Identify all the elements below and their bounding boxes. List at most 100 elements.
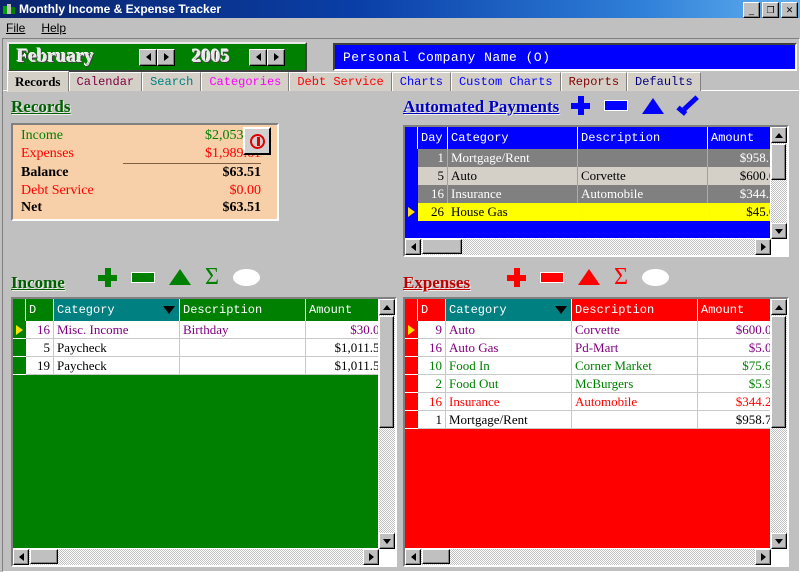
cell-description[interactable] bbox=[578, 203, 708, 221]
cell-amount[interactable]: $75.66 bbox=[698, 357, 771, 375]
expenses-grid[interactable]: D Category Description Amount 9 Auto Corvette $… bbox=[403, 297, 789, 567]
tab-records[interactable]: Records bbox=[7, 71, 69, 92]
column-header-amount[interactable]: Amount bbox=[698, 299, 771, 321]
column-header-category[interactable]: Category bbox=[54, 299, 180, 321]
horizontal-scrollbar[interactable] bbox=[405, 548, 771, 565]
scroll-left-button[interactable] bbox=[13, 549, 29, 565]
triangle-up-icon[interactable] bbox=[169, 269, 191, 285]
column-header-marker[interactable] bbox=[405, 299, 418, 321]
plus-minus-icon[interactable]: +/- bbox=[232, 268, 260, 286]
cell-day[interactable]: 19 bbox=[26, 357, 54, 375]
cell-amount[interactable]: $5.00 bbox=[698, 339, 771, 357]
scroll-down-button[interactable] bbox=[379, 533, 395, 549]
cell-category[interactable]: Mortgage/Rent bbox=[448, 149, 578, 167]
column-header-amount[interactable]: Amount bbox=[306, 299, 379, 321]
row-marker[interactable] bbox=[13, 357, 26, 375]
scroll-thumb[interactable] bbox=[422, 549, 450, 564]
vertical-scrollbar[interactable] bbox=[770, 127, 787, 239]
check-icon[interactable] bbox=[676, 94, 700, 116]
cell-day[interactable]: 16 bbox=[26, 321, 54, 339]
minimize-button[interactable]: _ bbox=[743, 2, 760, 18]
cell-category[interactable]: Auto Gas bbox=[446, 339, 572, 357]
row-marker[interactable] bbox=[405, 357, 418, 375]
tab-debt-service[interactable]: Debt Service bbox=[289, 72, 392, 91]
triangle-up-icon[interactable] bbox=[578, 269, 600, 285]
column-header-marker[interactable] bbox=[405, 127, 418, 149]
vertical-scrollbar[interactable] bbox=[378, 299, 395, 549]
close-button[interactable]: ✕ bbox=[781, 2, 798, 18]
year-prev-button[interactable] bbox=[249, 48, 267, 66]
vertical-scrollbar[interactable] bbox=[770, 299, 787, 549]
table-row[interactable]: 5AutoCorvette$600.00 bbox=[405, 167, 771, 185]
horizontal-scrollbar[interactable] bbox=[13, 548, 379, 565]
cell-description[interactable]: Corvette bbox=[578, 167, 708, 185]
maximize-button[interactable]: ❐ bbox=[762, 2, 779, 18]
plus-icon[interactable] bbox=[571, 96, 590, 115]
table-row[interactable]: 5Paycheck $1,011.56 bbox=[13, 339, 379, 357]
scroll-up-button[interactable] bbox=[771, 299, 787, 315]
cell-day[interactable]: 16 bbox=[418, 185, 448, 203]
column-header-d[interactable]: D bbox=[26, 299, 54, 321]
cell-description[interactable] bbox=[180, 357, 306, 375]
row-marker[interactable] bbox=[13, 321, 26, 339]
cell-amount[interactable]: $958.77 bbox=[698, 411, 771, 429]
automated-payments-grid[interactable]: Day Category Description Amount 1 Mortgage/Re… bbox=[403, 125, 789, 257]
cell-day[interactable]: 1 bbox=[418, 411, 446, 429]
table-row[interactable]: 2Food OutMcBurgers$5.98 bbox=[405, 375, 771, 393]
month-next-button[interactable] bbox=[157, 48, 175, 66]
tab-categories[interactable]: Categories bbox=[201, 72, 290, 91]
table-row[interactable]: 1Mortgage/Rent $958.77 bbox=[405, 411, 771, 429]
cell-day[interactable]: 1 bbox=[418, 149, 448, 167]
scroll-right-button[interactable] bbox=[755, 239, 771, 255]
cell-amount[interactable]: $958.77 bbox=[708, 149, 771, 167]
cell-amount[interactable]: $600.00 bbox=[698, 321, 771, 339]
scroll-left-button[interactable] bbox=[405, 239, 421, 255]
cell-day[interactable]: 5 bbox=[418, 167, 448, 185]
row-marker[interactable] bbox=[405, 203, 418, 221]
tab-reports[interactable]: Reports bbox=[560, 72, 628, 91]
column-header-d[interactable]: D bbox=[418, 299, 446, 321]
cell-amount[interactable]: $344.20 bbox=[708, 185, 771, 203]
minus-icon[interactable] bbox=[131, 271, 155, 283]
row-marker[interactable] bbox=[405, 167, 418, 185]
table-row[interactable]: 16InsuranceAutomobile$344.20 bbox=[405, 393, 771, 411]
cell-category[interactable]: Paycheck bbox=[54, 357, 180, 375]
table-row[interactable]: 1Mortgage/Rent $958.77 bbox=[405, 149, 771, 167]
cell-day[interactable]: 10 bbox=[418, 357, 446, 375]
cell-amount[interactable]: $45.00 bbox=[708, 203, 771, 221]
cell-amount[interactable]: $600.00 bbox=[708, 167, 771, 185]
scroll-up-button[interactable] bbox=[771, 127, 787, 143]
table-row[interactable]: 19Paycheck $1,011.56 bbox=[13, 357, 379, 375]
year-spinner[interactable] bbox=[249, 48, 285, 66]
cell-category[interactable]: Mortgage/Rent bbox=[446, 411, 572, 429]
cell-category[interactable]: Food In bbox=[446, 357, 572, 375]
cell-description[interactable]: Corvette bbox=[572, 321, 698, 339]
year-next-button[interactable] bbox=[267, 48, 285, 66]
cell-amount[interactable]: $30.00 bbox=[306, 321, 379, 339]
month-prev-button[interactable] bbox=[139, 48, 157, 66]
alert-button[interactable] bbox=[243, 127, 271, 155]
table-row[interactable]: 16Misc. IncomeBirthday$30.00 bbox=[13, 321, 379, 339]
scroll-down-button[interactable] bbox=[771, 533, 787, 549]
column-header-category[interactable]: Category bbox=[448, 127, 578, 149]
sigma-icon[interactable]: Σ bbox=[205, 265, 219, 289]
cell-description[interactable] bbox=[578, 149, 708, 167]
scroll-thumb[interactable] bbox=[422, 239, 462, 254]
scroll-right-button[interactable] bbox=[755, 549, 771, 565]
row-marker[interactable] bbox=[13, 339, 26, 357]
cell-category[interactable]: Misc. Income bbox=[54, 321, 180, 339]
scroll-thumb[interactable] bbox=[771, 316, 786, 428]
cell-category[interactable]: Auto bbox=[446, 321, 572, 339]
triangle-up-icon[interactable] bbox=[642, 97, 664, 114]
column-header-description[interactable]: Description bbox=[180, 299, 306, 321]
scroll-down-button[interactable] bbox=[771, 223, 787, 239]
row-marker[interactable] bbox=[405, 185, 418, 203]
column-header-amount[interactable]: Amount bbox=[708, 127, 771, 149]
column-header-marker[interactable] bbox=[13, 299, 26, 321]
tab-defaults[interactable]: Defaults bbox=[627, 72, 701, 91]
cell-description[interactable]: Automobile bbox=[572, 393, 698, 411]
cell-description[interactable] bbox=[572, 411, 698, 429]
cell-category[interactable]: Auto bbox=[448, 167, 578, 185]
minus-icon[interactable] bbox=[604, 100, 628, 111]
menu-help[interactable]: Help bbox=[41, 21, 66, 35]
